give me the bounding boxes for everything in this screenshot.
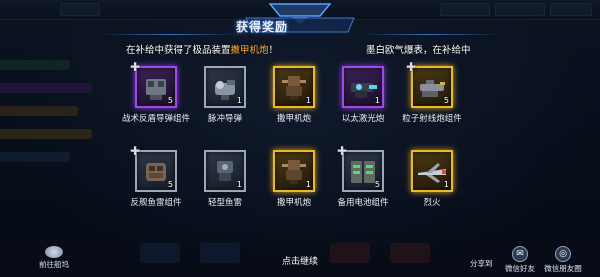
fragment-puzzle-icon: ✚ bbox=[130, 144, 141, 158]
share-wechat-friend-button[interactable]: ✉ 微信好友 bbox=[497, 246, 543, 274]
item-card[interactable]: 1 bbox=[411, 150, 453, 192]
item-quantity: 5 bbox=[167, 96, 173, 105]
fragment-puzzle-icon: ✚ bbox=[130, 60, 141, 74]
item-card[interactable]: 1 bbox=[204, 66, 246, 108]
item-quantity: 5 bbox=[374, 180, 380, 189]
item-quantity: 1 bbox=[236, 96, 242, 105]
item-quantity: 1 bbox=[305, 96, 311, 105]
item-quantity: 5 bbox=[167, 180, 173, 189]
share-wechat-moments-label: 微信朋友圈 bbox=[544, 264, 582, 273]
item-card[interactable]: ✚ 5 bbox=[130, 145, 177, 192]
title-divider bbox=[360, 34, 500, 35]
tap-to-continue[interactable]: 点击继续 bbox=[262, 254, 338, 267]
item-name: 粒子射线炮组件 bbox=[402, 114, 462, 124]
fragment-puzzle-icon: ✚ bbox=[337, 144, 348, 158]
modal-overlay[interactable] bbox=[0, 0, 600, 277]
reward-item[interactable]: 1 烈火 bbox=[390, 150, 474, 208]
broadcast-text: ！ bbox=[268, 45, 279, 56]
item-quantity: 1 bbox=[236, 180, 242, 189]
go-to-dock-label: 前往船坞 bbox=[39, 260, 69, 269]
moments-icon: ◎ bbox=[555, 246, 571, 262]
item-card[interactable]: 1 bbox=[273, 150, 315, 192]
item-quantity: 1 bbox=[443, 180, 449, 189]
share-wechat-moments-button[interactable]: ◎ 微信朋友圈 bbox=[540, 246, 586, 274]
item-card[interactable]: 1 bbox=[273, 66, 315, 108]
fragment-puzzle-icon: ✚ bbox=[406, 60, 417, 74]
item-quantity: 5 bbox=[443, 96, 449, 105]
title-divider bbox=[100, 34, 240, 35]
item-quantity: 1 bbox=[305, 180, 311, 189]
ship-icon bbox=[45, 246, 63, 258]
item-quantity: 1 bbox=[374, 96, 380, 105]
item-name: 烈火 bbox=[423, 198, 441, 208]
broadcast-message: 在补给中获得了极品装置撒甲机炮！ bbox=[126, 42, 278, 56]
item-card[interactable]: 1 bbox=[204, 150, 246, 192]
item-card[interactable]: ✚ 5 bbox=[406, 61, 453, 108]
share-wechat-friend-label: 微信好友 bbox=[505, 264, 535, 273]
wechat-icon: ✉ bbox=[512, 246, 528, 262]
go-to-dock-button[interactable]: 前往船坞 bbox=[32, 246, 76, 270]
item-card[interactable]: ✚ 5 bbox=[130, 61, 177, 108]
item-card[interactable]: ✚ 5 bbox=[337, 145, 384, 192]
share-label: 分享到 bbox=[470, 259, 493, 268]
item-card[interactable]: 1 bbox=[342, 66, 384, 108]
broadcast-item-highlight: 撒甲机炮 bbox=[230, 45, 269, 56]
broadcast-text: 在补给中获得了极品装置 bbox=[126, 45, 231, 56]
reward-item[interactable]: ✚ 5 粒子射线炮组件 bbox=[390, 61, 474, 124]
broadcast-message: 墨白欧气爆表，在补给中 bbox=[366, 45, 471, 56]
reward-title: 获得奖励 bbox=[236, 20, 289, 34]
